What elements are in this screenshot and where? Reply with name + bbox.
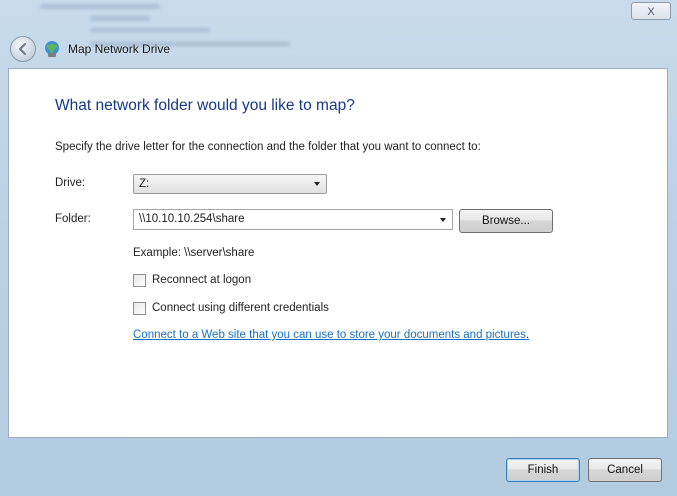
credentials-checkbox[interactable] xyxy=(133,302,146,315)
wizard-content: What network folder would you like to ma… xyxy=(8,68,668,438)
credentials-label[interactable]: Connect using different credentials xyxy=(152,302,329,314)
browse-button[interactable]: Browse... xyxy=(459,209,553,233)
finish-button[interactable]: Finish xyxy=(506,458,580,482)
window-title: Map Network Drive xyxy=(68,42,171,56)
network-drive-icon xyxy=(45,41,59,57)
close-button[interactable]: X xyxy=(631,2,671,20)
web-storage-link-text[interactable]: Connect to a Web site that you can use t… xyxy=(133,329,526,341)
folder-value: \\10.10.10.254\share xyxy=(139,213,245,225)
chevron-down-icon[interactable] xyxy=(440,218,446,222)
title-bar: Map Network Drive xyxy=(10,36,670,66)
reconnect-checkbox[interactable] xyxy=(133,274,146,287)
reconnect-label[interactable]: Reconnect at logon xyxy=(152,274,251,286)
folder-input[interactable]: \\10.10.10.254\share xyxy=(133,209,453,230)
drive-label: Drive: xyxy=(55,177,86,189)
cancel-button[interactable]: Cancel xyxy=(588,458,662,482)
back-arrow-icon xyxy=(18,42,27,56)
web-storage-link[interactable]: Connect to a Web site that you can use t… xyxy=(133,329,529,341)
folder-label: Folder: xyxy=(55,213,91,225)
wizard-heading: What network folder would you like to ma… xyxy=(55,97,355,114)
folder-example: Example: \\server\share xyxy=(133,247,255,259)
link-period: . xyxy=(525,329,530,341)
drive-select[interactable]: Z: xyxy=(133,174,327,194)
drive-value: Z: xyxy=(139,178,150,190)
close-icon: X xyxy=(647,6,655,18)
back-button[interactable] xyxy=(10,36,36,62)
background-blur xyxy=(40,4,160,9)
background-blur xyxy=(90,16,150,21)
wizard-instructions: Specify the drive letter for the connect… xyxy=(55,141,481,153)
background-blur xyxy=(90,28,210,32)
chevron-down-icon xyxy=(314,182,320,186)
map-network-drive-window: X Map Network Drive What network folder … xyxy=(0,0,677,496)
